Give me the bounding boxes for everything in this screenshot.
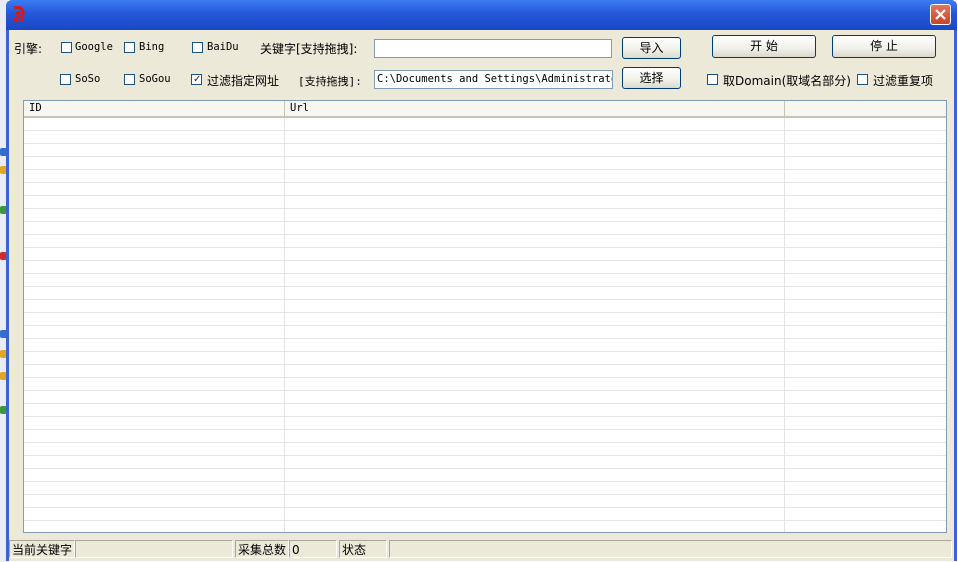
dedupe-checkbox[interactable] bbox=[857, 74, 868, 85]
baidu-checkbox[interactable] bbox=[192, 42, 203, 53]
state-label: 状态 bbox=[339, 540, 387, 558]
baidu-label: BaiDu bbox=[207, 41, 239, 53]
keyword-input[interactable] bbox=[374, 39, 612, 58]
filter-url-checkbox[interactable]: ✓ bbox=[191, 74, 202, 85]
column-divider bbox=[784, 118, 785, 532]
column-header-id[interactable]: ID bbox=[24, 101, 285, 116]
start-button[interactable]: 开 始 bbox=[712, 35, 816, 58]
total-count-label: 采集总数 bbox=[235, 540, 289, 558]
sogou-label: SoGou bbox=[139, 73, 171, 85]
bing-checkbox[interactable] bbox=[124, 42, 135, 53]
main-window: 引擎: Google Bing BaiDu 关键字[支持拖拽]: 导入 开 始 … bbox=[6, 0, 957, 561]
column-header-url[interactable]: Url bbox=[285, 101, 785, 116]
google-label: Google bbox=[75, 41, 113, 53]
list-body[interactable] bbox=[24, 118, 946, 532]
stop-button[interactable]: 停 止 bbox=[832, 35, 936, 58]
select-button[interactable]: 选择 bbox=[622, 67, 681, 89]
soso-label: SoSo bbox=[75, 73, 101, 85]
check-icon: ✓ bbox=[193, 74, 202, 85]
list-header: ID Url bbox=[24, 101, 946, 118]
sogou-checkbox[interactable] bbox=[124, 74, 135, 85]
app-logo-icon bbox=[11, 5, 27, 24]
engine-label: 引擎: bbox=[14, 42, 43, 56]
results-list[interactable]: ID Url bbox=[23, 100, 947, 533]
current-keyword-value bbox=[75, 540, 233, 558]
google-checkbox[interactable] bbox=[61, 42, 72, 53]
client-area: 引擎: Google Bing BaiDu 关键字[支持拖拽]: 导入 开 始 … bbox=[9, 30, 954, 561]
current-keyword-label: 当前关键字 bbox=[9, 540, 75, 558]
column-header-extra[interactable] bbox=[785, 101, 946, 116]
domain-label: 取Domain(取域名部分) bbox=[723, 74, 851, 88]
import-button[interactable]: 导入 bbox=[622, 37, 681, 59]
status-bar: 当前关键字 采集总数 0 状态 bbox=[9, 538, 954, 561]
close-icon bbox=[935, 9, 946, 20]
state-value bbox=[389, 540, 952, 558]
bing-label: Bing bbox=[139, 41, 165, 53]
close-button[interactable] bbox=[930, 4, 951, 25]
soso-checkbox[interactable] bbox=[60, 74, 71, 85]
title-bar[interactable] bbox=[6, 0, 957, 30]
filter-url-label: 过滤指定网址 bbox=[207, 74, 280, 88]
column-divider bbox=[284, 118, 285, 532]
path-label: [支持拖拽]: bbox=[298, 75, 362, 88]
path-input[interactable]: C:\Documents and Settings\Administrator bbox=[374, 70, 613, 89]
keyword-label: 关键字[支持拖拽]: bbox=[260, 42, 358, 56]
dedupe-label: 过滤重复项 bbox=[873, 74, 934, 88]
total-count-value: 0 bbox=[289, 540, 337, 558]
domain-checkbox[interactable] bbox=[707, 74, 718, 85]
